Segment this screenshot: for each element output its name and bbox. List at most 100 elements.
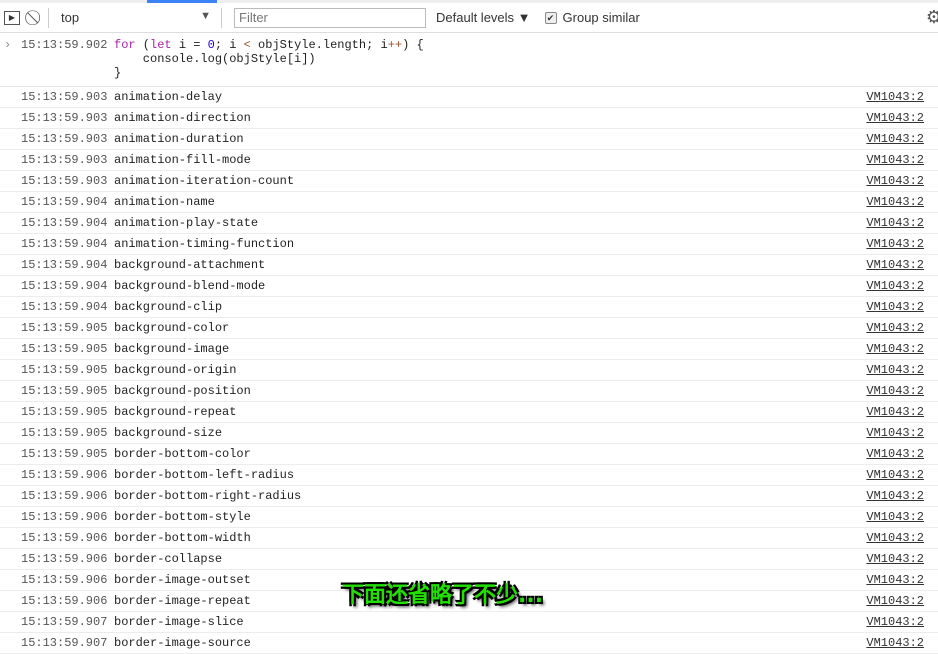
- divider: [48, 7, 49, 28]
- log-message: animation-fill-mode: [114, 153, 251, 167]
- log-row: 15:13:59.905 background-position VM1043:2: [0, 381, 938, 402]
- source-link[interactable]: VM1043:2: [866, 108, 924, 128]
- source-link[interactable]: VM1043:2: [866, 255, 924, 275]
- source-link[interactable]: VM1043:2: [866, 297, 924, 317]
- log-message: background-color: [114, 321, 230, 335]
- group-similar-checkbox[interactable]: ✔ Group similar: [544, 10, 640, 25]
- timestamp: 15:13:59.906: [21, 489, 108, 503]
- sidebar-toggle-icon[interactable]: ▶: [4, 10, 20, 25]
- source-link[interactable]: VM1043:2: [866, 318, 924, 338]
- timestamp: 15:13:59.903: [21, 132, 108, 146]
- log-levels-dropdown[interactable]: Default levels ▼: [436, 10, 531, 25]
- log-row: 15:13:59.903 animation-direction VM1043:2: [0, 108, 938, 129]
- group-similar-label: Group similar: [562, 10, 640, 25]
- log-message: animation-iteration-count: [114, 174, 295, 188]
- timestamp: 15:13:59.905: [21, 363, 108, 377]
- log-row: 15:13:59.906 border-bottom-width VM1043:2: [0, 528, 938, 549]
- log-row: 15:13:59.905 border-bottom-color VM1043:2: [0, 444, 938, 465]
- source-link[interactable]: VM1043:2: [866, 213, 924, 233]
- log-row: 15:13:59.905 background-image VM1043:2: [0, 339, 938, 360]
- log-row: 15:13:59.904 background-blend-mode VM1043:…: [0, 276, 938, 297]
- source-link[interactable]: VM1043:2: [866, 528, 924, 548]
- gear-icon[interactable]: ⚙: [926, 7, 938, 28]
- source-link[interactable]: VM1043:2: [866, 591, 924, 611]
- context-selector[interactable]: top ▼: [55, 10, 215, 25]
- source-link[interactable]: VM1043:2: [866, 234, 924, 254]
- source-link[interactable]: VM1043:2: [866, 87, 924, 107]
- input-code: for (let i = 0; i < objStyle.length; i++…: [114, 38, 424, 80]
- source-link[interactable]: VM1043:2: [866, 150, 924, 170]
- log-message: animation-name: [114, 195, 215, 209]
- log-message: background-position: [114, 384, 251, 398]
- timestamp: 15:13:59.905: [21, 342, 108, 356]
- source-link[interactable]: VM1043:2: [866, 486, 924, 506]
- log-row: 15:13:59.904 background-attachment VM1043:…: [0, 255, 938, 276]
- source-link[interactable]: VM1043:2: [866, 507, 924, 527]
- log-message: border-bottom-right-radius: [114, 489, 302, 503]
- log-row: 15:13:59.907 border-image-slice VM1043:2: [0, 612, 938, 633]
- source-link[interactable]: VM1043:2: [866, 444, 924, 464]
- log-row: 15:13:59.905 background-color VM1043:2: [0, 318, 938, 339]
- checkmark-icon: ✔: [544, 11, 557, 24]
- source-link[interactable]: VM1043:2: [866, 360, 924, 380]
- source-link[interactable]: VM1043:2: [866, 402, 924, 422]
- log-message: border-image-source: [114, 636, 251, 650]
- source-link[interactable]: VM1043:2: [866, 465, 924, 485]
- console-output: › 15:13:59.902 for (let i = 0; i < objSt…: [0, 33, 938, 654]
- console-input-entry: › 15:13:59.902 for (let i = 0; i < objSt…: [0, 33, 938, 87]
- source-link[interactable]: VM1043:2: [866, 192, 924, 212]
- timestamp: 15:13:59.905: [21, 426, 108, 440]
- log-message: animation-delay: [114, 90, 223, 104]
- log-row: 15:13:59.906 border-bottom-style VM1043:2: [0, 507, 938, 528]
- source-link[interactable]: VM1043:2: [866, 549, 924, 569]
- source-link[interactable]: VM1043:2: [866, 129, 924, 149]
- console-toolbar: ▶ ⃠ top▼ Default levels ▼ ✔Group similar…: [0, 3, 938, 33]
- source-link[interactable]: VM1043:2: [866, 423, 924, 443]
- log-message: background-clip: [114, 300, 223, 314]
- timestamp: 15:13:59.905: [21, 447, 108, 461]
- timestamp: 15:13:59.906: [21, 531, 108, 545]
- log-message: background-size: [114, 426, 223, 440]
- log-message: border-collapse: [114, 552, 223, 566]
- source-link[interactable]: VM1043:2: [866, 171, 924, 191]
- timestamp: 15:13:59.906: [21, 510, 108, 524]
- timestamp: 15:13:59.907: [21, 615, 108, 629]
- source-link[interactable]: VM1043:2: [866, 633, 924, 653]
- timestamp: 15:13:59.905: [21, 321, 108, 335]
- log-message: border-image-outset: [114, 573, 251, 587]
- log-message: border-bottom-color: [114, 447, 251, 461]
- source-link[interactable]: VM1043:2: [866, 570, 924, 590]
- log-row: 15:13:59.906 border-bottom-right-radius VM…: [0, 486, 938, 507]
- timestamp: 15:13:59.904: [21, 258, 108, 272]
- context-label: top: [61, 10, 80, 25]
- log-row: 15:13:59.905 background-origin VM1043:2: [0, 360, 938, 381]
- log-message: animation-timing-function: [114, 237, 295, 251]
- timestamp: 15:13:59.903: [21, 153, 108, 167]
- log-message: border-bottom-width: [114, 531, 251, 545]
- chevron-right-icon: ›: [4, 38, 12, 52]
- log-row: 15:13:59.903 animation-iteration-count VM1…: [0, 171, 938, 192]
- timestamp: 15:13:59.903: [21, 90, 108, 104]
- log-row: 15:13:59.907 border-image-source VM1043:2: [0, 633, 938, 654]
- timestamp: 15:13:59.905: [21, 405, 108, 419]
- log-row: 15:13:59.904 animation-play-state VM1043:2: [0, 213, 938, 234]
- source-link[interactable]: VM1043:2: [866, 612, 924, 632]
- timestamp: 15:13:59.904: [21, 300, 108, 314]
- source-link[interactable]: VM1043:2: [866, 276, 924, 296]
- source-link[interactable]: VM1043:2: [866, 339, 924, 359]
- log-message: border-bottom-left-radius: [114, 468, 295, 482]
- log-message: animation-duration: [114, 132, 244, 146]
- log-row: 15:13:59.905 background-repeat VM1043:2: [0, 402, 938, 423]
- log-message: background-blend-mode: [114, 279, 266, 293]
- timestamp: 15:13:59.906: [21, 573, 108, 587]
- timestamp: 15:13:59.902: [21, 38, 108, 52]
- timestamp: 15:13:59.904: [21, 279, 108, 293]
- timestamp: 15:13:59.903: [21, 174, 108, 188]
- source-link[interactable]: VM1043:2: [866, 381, 924, 401]
- timestamp: 15:13:59.907: [21, 636, 108, 650]
- log-row: 15:13:59.904 animation-name VM1043:2: [0, 192, 938, 213]
- log-message: background-attachment: [114, 258, 266, 272]
- log-row: 15:13:59.905 background-size VM1043:2: [0, 423, 938, 444]
- log-message: border-image-repeat: [114, 594, 251, 608]
- filter-input[interactable]: [234, 7, 426, 28]
